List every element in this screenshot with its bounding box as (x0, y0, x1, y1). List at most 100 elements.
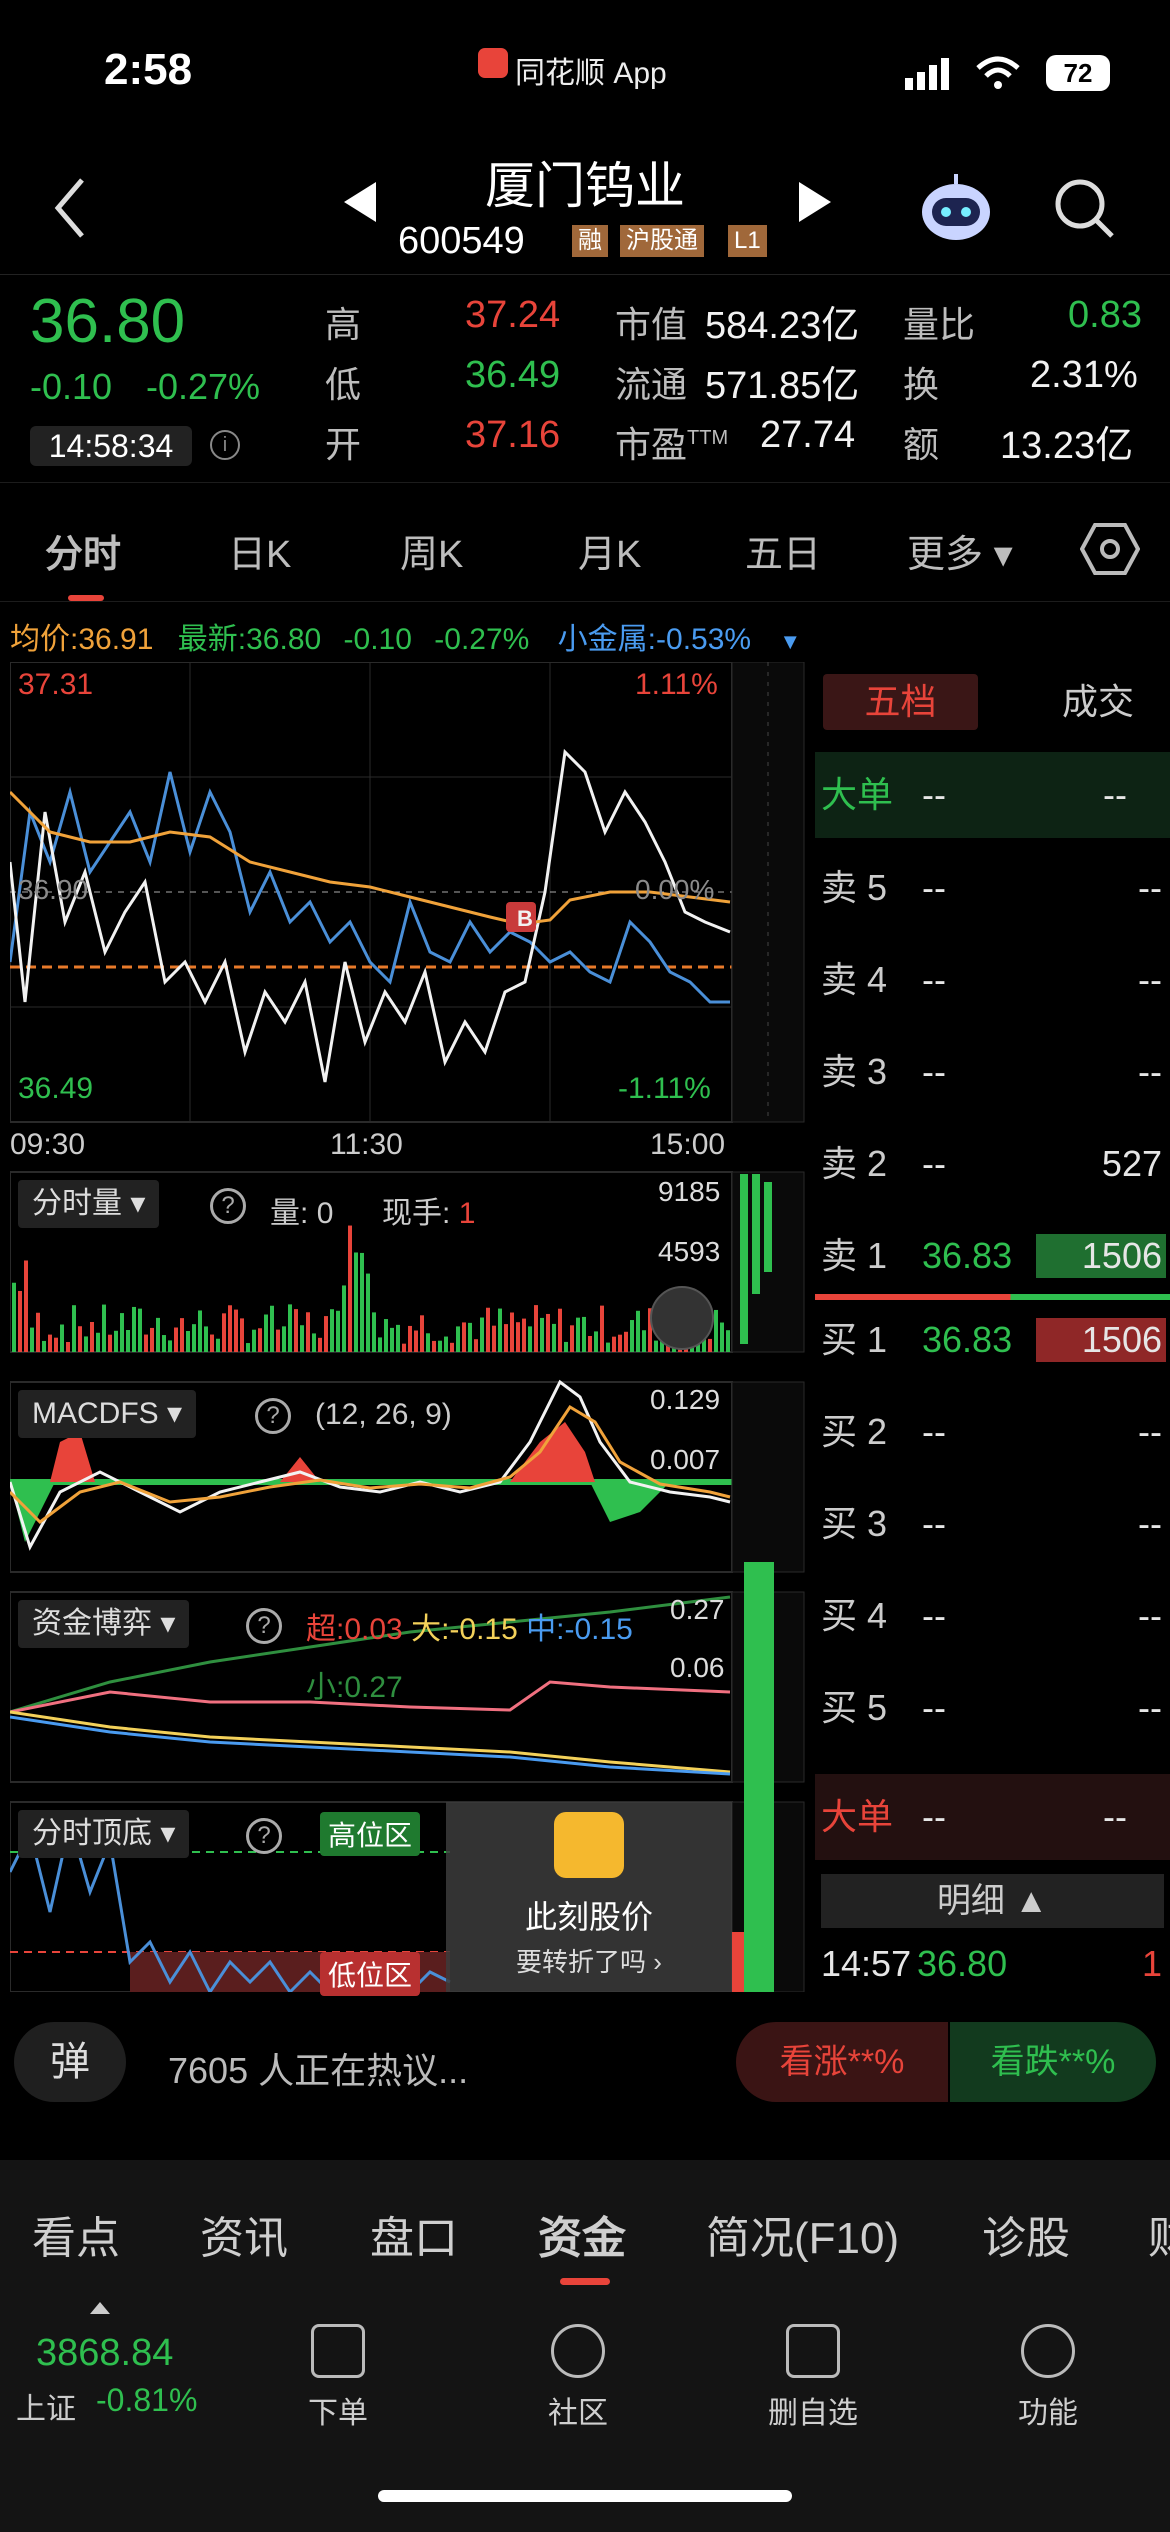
tab-monthly-k[interactable]: 月K (578, 523, 641, 578)
tag-margin: 融 (572, 225, 608, 257)
turnover-value: 2.31% (1030, 354, 1138, 396)
macd-mid: 0.007 (650, 1444, 721, 1475)
fund-small: 小:0.27 (306, 1671, 403, 1704)
help-icon[interactable]: ? (246, 1818, 282, 1854)
low-zone-label: 低位区 (320, 1952, 421, 1996)
community-star-icon (551, 2324, 605, 2378)
x-label-noon: 11:30 (330, 1128, 403, 1161)
fund-v2: 0.06 (670, 1652, 725, 1683)
pe-label: 市盈TTM (615, 424, 729, 465)
buy-level-row[interactable]: 买 2 -- -- (815, 1402, 1170, 1462)
macd-selector[interactable]: MACDFS ▾ (18, 1390, 197, 1438)
bottom-dock: 3868.84 上证 -0.81% 下单 社区 删自选 功能 (0, 2290, 1170, 2532)
pct-axis-bottom: -1.11% (618, 1072, 711, 1105)
navtab-profile[interactable]: 简况(F10) (706, 2202, 899, 2266)
search-icon[interactable] (1052, 176, 1116, 240)
settings-hexagon-icon[interactable] (1080, 521, 1140, 577)
detail-toggle[interactable]: 明细 ▲ (821, 1874, 1164, 1928)
help-icon[interactable]: ? (246, 1608, 282, 1644)
mktcap-value: 584.23亿 (705, 305, 860, 347)
period-tabs: 分时 日K 周K 月K 五日 更多 ▾ (0, 482, 1170, 602)
navtab-highlights[interactable]: 看点 (32, 2202, 120, 2266)
volume-selector[interactable]: 分时量 ▾ (18, 1180, 160, 1228)
sell-level-row[interactable]: 卖 5 -- -- (815, 858, 1170, 918)
home-indicator (378, 2490, 792, 2502)
fund-readout: 超:0.03 大:-0.15 中:-0.15 (306, 1613, 633, 1646)
bear-vote-button[interactable]: 看跌**% (950, 2022, 1156, 2102)
danmu-toggle[interactable]: 弹 (14, 2022, 126, 2102)
order-book: 五档 成交 大单 -- -- 卖 5 -- -- 卖 4 -- -- 卖 3 -- -- 卖 2-… (815, 662, 1170, 1992)
tab-intraday[interactable]: 分时 (45, 523, 121, 578)
help-icon[interactable]: ? (210, 1188, 246, 1224)
tab-five-day[interactable]: 五日 (745, 523, 821, 578)
navtab-finance[interactable]: 财 (1148, 2202, 1170, 2266)
help-icon[interactable]: ? (255, 1398, 291, 1434)
low-label: 低 (325, 364, 362, 405)
active-tab-indicator (68, 595, 104, 601)
tab-trades[interactable]: 成交 (1033, 674, 1163, 730)
dock-community[interactable]: 社区 (508, 2310, 648, 2432)
sell-level-row[interactable]: 卖 3 -- -- (815, 1042, 1170, 1102)
navtab-diagnose[interactable]: 诊股 (982, 2202, 1070, 2266)
fund-selector[interactable]: 资金博弈 ▾ (18, 1600, 190, 1648)
stock-header: 厦门钨业 600549 融 沪股通 L1 (0, 140, 1170, 275)
dock-remove-watchlist[interactable]: 删自选 (743, 2310, 883, 2432)
amount-label: 额 (903, 424, 940, 465)
active-navtab-indicator (560, 2278, 610, 2285)
tab-five-levels[interactable]: 五档 (823, 674, 978, 730)
info-icon[interactable]: i (210, 430, 240, 460)
promo-card[interactable]: 此刻股价 要转折了吗 › (446, 1802, 732, 1992)
navtab-news[interactable]: 资讯 (200, 2202, 288, 2266)
index-trend-up-icon (90, 2302, 110, 2314)
tab-weekly-k[interactable]: 周K (400, 523, 463, 578)
hand-readout: 现手: 1 (382, 1197, 476, 1230)
discussion-count[interactable]: 7605 人正在热议... (168, 2042, 468, 2094)
sell-level-row[interactable]: 卖 2 -- 527 (815, 1134, 1170, 1194)
buy-marker-label: B (517, 906, 533, 931)
big-buy-row: 大单 -- -- (815, 1774, 1170, 1860)
current-price: 36.80 (30, 287, 186, 356)
buy-level-row[interactable]: 买 1 36.83 1506 (815, 1310, 1170, 1370)
index-value[interactable]: 3868.84 (36, 2332, 173, 2375)
index-change: -0.81% (96, 2382, 198, 2418)
big-sell-row: 大单 -- -- (815, 752, 1170, 838)
price-change-pct: -0.27% (146, 366, 261, 407)
robot-assistant-icon[interactable] (918, 170, 994, 246)
tab-daily-k[interactable]: 日K (228, 523, 291, 578)
navtab-funds[interactable]: 资金 (538, 2202, 626, 2266)
stock-code: 600549 (398, 220, 525, 262)
open-label: 开 (325, 424, 362, 465)
pct-axis-mid: 0.00% (635, 874, 715, 905)
trade-row: 14:57 36.80 1 (821, 1943, 1162, 1984)
sell-level-row[interactable]: 卖 4 -- -- (815, 950, 1170, 1010)
volume-max: 9185 (658, 1176, 721, 1207)
fund-top: 0.27 (670, 1594, 725, 1625)
buy-level-row[interactable]: 买 4 -- -- (815, 1586, 1170, 1646)
volratio-value: 0.83 (1068, 294, 1142, 336)
fullscreen-icon[interactable] (650, 1286, 714, 1350)
tab-more[interactable]: 更多 ▾ (907, 523, 1013, 578)
y-axis-mid: 36.90 (18, 874, 89, 905)
dock-functions[interactable]: 功能 (978, 2310, 1118, 2432)
tag-connect: 沪股通 (620, 225, 704, 257)
volume-readout: 量: 0 (270, 1197, 334, 1230)
volume-mid: 4593 (658, 1236, 721, 1267)
discussion-strip: 弹 7605 人正在热议... 看涨**% 看跌**% (0, 2000, 1170, 2130)
index-name: 上证 (16, 2393, 76, 2426)
battery-indicator: 72 (1046, 55, 1110, 91)
chart-monitor-icon (554, 1812, 624, 1878)
buy-level-row[interactable]: 买 3 -- -- (815, 1494, 1170, 1554)
buy-level-row[interactable]: 买 5 -- -- (815, 1678, 1170, 1738)
next-stock-icon[interactable] (795, 180, 835, 224)
order-document-icon (311, 2324, 365, 2378)
bull-vote-button[interactable]: 看涨**% (736, 2022, 948, 2102)
chart-area[interactable]: 37.31 36.49 36.90 1.11% -1.11% 0.00% B 0… (8, 661, 815, 1996)
navtab-orders[interactable]: 盘口 (370, 2202, 458, 2266)
stock-name: 厦门钨业 (485, 158, 685, 214)
high-value: 37.24 (465, 294, 561, 336)
sell-level-row[interactable]: 卖 1 36.83 1506 (815, 1226, 1170, 1286)
wifi-icon (976, 56, 1020, 89)
topbottom-selector[interactable]: 分时顶底 ▾ (18, 1810, 190, 1858)
dock-order[interactable]: 下单 (268, 2310, 408, 2432)
volratio-label: 量比 (903, 304, 976, 345)
